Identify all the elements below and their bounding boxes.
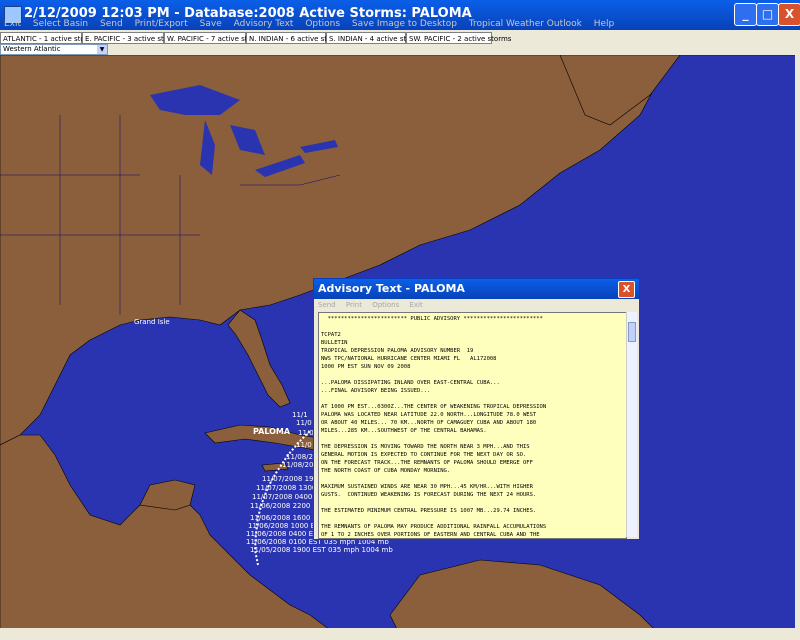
advisory-close-button[interactable]: X bbox=[618, 281, 635, 298]
florida-land bbox=[227, 309, 291, 408]
advisory-menu-print[interactable]: Print bbox=[346, 301, 362, 309]
menu-select-basin[interactable]: Select Basin bbox=[33, 19, 88, 29]
advisory-menu-exit[interactable]: Exit bbox=[409, 301, 422, 309]
tab-atlantic[interactable]: ATLANTIC - 1 active storm bbox=[0, 32, 94, 44]
south-america-land bbox=[389, 559, 661, 635]
advisory-title-bar: Advisory Text - PALOMA X bbox=[314, 279, 639, 299]
tab-east-pacific[interactable]: E. PACIFIC - 3 active storms bbox=[82, 32, 181, 44]
advisory-menu-send[interactable]: Send bbox=[318, 301, 336, 309]
map-horizontal-scrollbar[interactable] bbox=[0, 628, 795, 637]
advisory-scroll-thumb[interactable] bbox=[628, 322, 636, 342]
menu-save[interactable]: Save bbox=[200, 19, 222, 29]
advisory-title: Advisory Text - PALOMA bbox=[318, 282, 465, 295]
menu-print-export[interactable]: Print/Export bbox=[135, 19, 188, 29]
basin-tabs: ATLANTIC - 1 active storm E. PACIFIC - 3… bbox=[0, 32, 800, 44]
menu-save-image[interactable]: Save Image to Desktop bbox=[352, 19, 457, 29]
menu-options[interactable]: Options bbox=[305, 19, 340, 29]
tab-west-pacific[interactable]: W. PACIFIC - 7 active storms bbox=[164, 32, 265, 44]
advisory-window[interactable]: Advisory Text - PALOMA X Send Print Opti… bbox=[313, 278, 640, 540]
menu-tropical-outlook[interactable]: Tropical Weather Outlook bbox=[469, 19, 582, 29]
advisory-text: ************************ PUBLIC ADVISORY… bbox=[321, 316, 547, 538]
storm-name-label[interactable]: PALOMA bbox=[253, 427, 290, 436]
region-select[interactable]: Western Atlantic ▼ bbox=[0, 44, 108, 55]
region-select-value: Western Atlantic bbox=[3, 45, 61, 53]
advisory-menu-options[interactable]: Options bbox=[372, 301, 399, 309]
chevron-down-icon[interactable]: ▼ bbox=[97, 45, 107, 54]
yucatan-land bbox=[139, 479, 196, 511]
track-label: 11/1 bbox=[292, 411, 308, 419]
menu-send[interactable]: Send bbox=[100, 19, 123, 29]
menu-bar: Exit Select Basin Send Print/Export Save… bbox=[0, 17, 800, 32]
menu-advisory-text[interactable]: Advisory Text bbox=[234, 19, 294, 29]
advisory-menu: Send Print Options Exit bbox=[318, 301, 431, 309]
tab-south-indian[interactable]: S. INDIAN - 4 active storms bbox=[326, 32, 424, 44]
track-label: 11/0 bbox=[296, 441, 312, 449]
advisory-scrollbar[interactable] bbox=[626, 312, 637, 537]
advisory-text-area[interactable]: ************************ PUBLIC ADVISORY… bbox=[318, 312, 627, 539]
menu-help[interactable]: Help bbox=[594, 19, 615, 29]
track-label: 11/0 bbox=[296, 419, 312, 427]
tab-southwest-pacific[interactable]: SW. PACIFIC - 2 active storms bbox=[406, 32, 511, 44]
tab-north-indian[interactable]: N. INDIAN - 6 active storms bbox=[246, 32, 345, 44]
menu-exit[interactable]: Exit bbox=[4, 19, 21, 29]
track-label: 11/05/2008 1900 EST 035 mph 1004 mb bbox=[250, 546, 393, 554]
place-label-grand-isle: Grand Isle bbox=[134, 318, 170, 326]
